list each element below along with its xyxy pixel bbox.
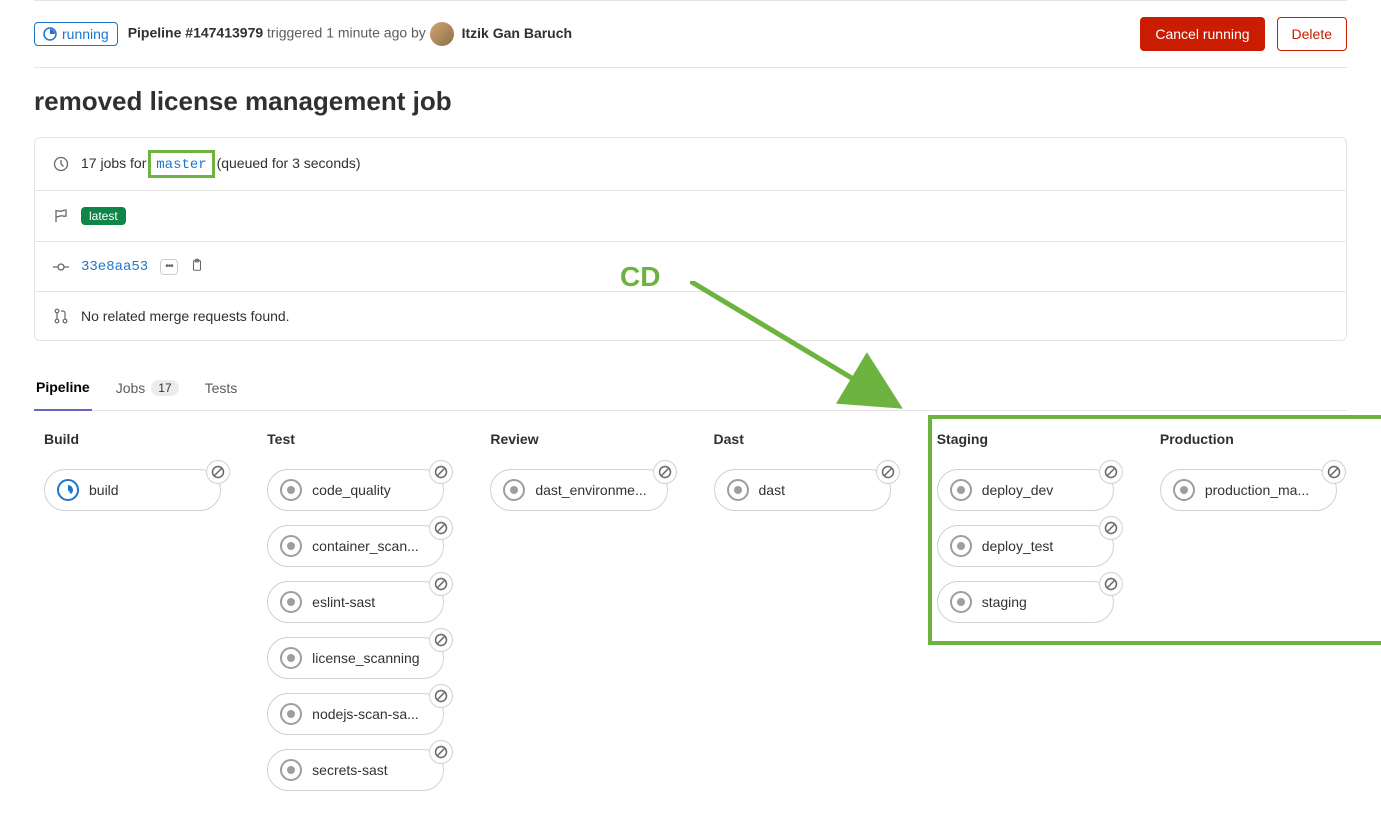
status-created-icon (950, 591, 972, 613)
status-created-icon (1173, 479, 1195, 501)
avatar[interactable] (430, 22, 454, 46)
tabs: Pipeline Jobs17 Tests (34, 365, 1347, 411)
stage: Test code_quality container_scan... eslint-… (267, 431, 444, 791)
clipboard-icon (190, 258, 204, 272)
stage-title: Review (490, 431, 667, 447)
commit-expand-button[interactable]: ••• (160, 259, 178, 275)
job-name: eslint-sast (312, 594, 431, 610)
merge-request-icon (53, 308, 69, 324)
cancel-running-button[interactable]: Cancel running (1140, 17, 1264, 51)
tab-tests[interactable]: Tests (203, 365, 240, 410)
pipeline-status-badge[interactable]: running (34, 22, 118, 46)
job-cancel-button[interactable] (1099, 516, 1123, 540)
tags-row: latest (35, 191, 1346, 242)
job-pill[interactable]: dast_environme... (490, 469, 667, 511)
cd-annotation-label: CD (620, 261, 660, 293)
job-name: build (89, 482, 208, 498)
status-created-icon (280, 479, 302, 501)
stage: Review dast_environme... (490, 431, 667, 791)
job-pill[interactable]: secrets-sast (267, 749, 444, 791)
job-pill[interactable]: production_ma... (1160, 469, 1337, 511)
copy-sha-button[interactable] (190, 258, 204, 275)
commit-sha-link[interactable]: 33e8aa53 (81, 259, 148, 275)
job-name: license_scanning (312, 650, 431, 666)
status-created-icon (280, 535, 302, 557)
pipeline-header: running Pipeline #147413979 triggered 1 … (34, 1, 1347, 67)
latest-tag: latest (81, 207, 126, 225)
job-name: code_quality (312, 482, 431, 498)
stage-title: Test (267, 431, 444, 447)
clock-icon (53, 156, 69, 172)
delete-button[interactable]: Delete (1277, 17, 1347, 51)
status-created-icon (280, 759, 302, 781)
author-link[interactable]: Itzik Gan Baruch (462, 25, 572, 41)
job-pill[interactable]: dast (714, 469, 891, 511)
merge-requests-row: No related merge requests found. (35, 292, 1346, 340)
status-created-icon (950, 479, 972, 501)
job-name: dast (759, 482, 878, 498)
tab-jobs[interactable]: Jobs17 (114, 365, 181, 410)
status-created-icon (280, 703, 302, 725)
stage: Build build (44, 431, 221, 791)
stage: Production production_ma... (1160, 431, 1337, 791)
job-pill[interactable]: staging (937, 581, 1114, 623)
status-created-icon (280, 591, 302, 613)
pipeline-graph: Build build Test code_quality container_scan… (0, 411, 1381, 820)
job-cancel-button[interactable] (429, 572, 453, 596)
job-name: deploy_dev (982, 482, 1101, 498)
branch-highlight: master (148, 150, 214, 178)
status-created-icon (727, 479, 749, 501)
job-cancel-button[interactable] (429, 460, 453, 484)
job-name: nodejs-scan-sa... (312, 706, 431, 722)
page-title: removed license management job (34, 86, 1347, 117)
job-cancel-button[interactable] (653, 460, 677, 484)
status-running-icon (57, 479, 79, 501)
jobs-summary-row: 17 jobs for master (queued for 3 seconds… (35, 138, 1346, 191)
commit-icon (53, 259, 69, 275)
job-cancel-button[interactable] (429, 628, 453, 652)
tab-pipeline[interactable]: Pipeline (34, 365, 92, 411)
job-name: production_ma... (1205, 482, 1324, 498)
stage: Staging deploy_dev deploy_teststaging (937, 431, 1114, 791)
job-name: secrets-sast (312, 762, 431, 778)
branch-link[interactable]: master (153, 156, 209, 174)
commit-row: 33e8aa53 ••• (35, 242, 1346, 292)
job-pill[interactable]: code_quality (267, 469, 444, 511)
status-text: running (62, 26, 109, 42)
stage-title: Build (44, 431, 221, 447)
job-cancel-button[interactable] (206, 460, 230, 484)
job-cancel-button[interactable] (429, 684, 453, 708)
status-created-icon (950, 535, 972, 557)
job-name: container_scan... (312, 538, 431, 554)
job-pill[interactable]: deploy_test (937, 525, 1114, 567)
job-pill[interactable]: build (44, 469, 221, 511)
stage-title: Production (1160, 431, 1337, 447)
job-cancel-button[interactable] (1322, 460, 1346, 484)
job-cancel-button[interactable] (876, 460, 900, 484)
status-created-icon (280, 647, 302, 669)
job-pill[interactable]: container_scan... (267, 525, 444, 567)
job-cancel-button[interactable] (429, 740, 453, 764)
job-cancel-button[interactable] (1099, 572, 1123, 596)
job-pill[interactable]: eslint-sast (267, 581, 444, 623)
job-name: deploy_test (982, 538, 1101, 554)
stage-title: Dast (714, 431, 891, 447)
job-name: dast_environme... (535, 482, 654, 498)
pipeline-info-panel: 17 jobs for master (queued for 3 seconds… (34, 137, 1347, 341)
job-cancel-button[interactable] (429, 516, 453, 540)
job-pill[interactable]: deploy_dev (937, 469, 1114, 511)
job-pill[interactable]: license_scanning (267, 637, 444, 679)
stage-title: Staging (937, 431, 1114, 447)
job-pill[interactable]: nodejs-scan-sa... (267, 693, 444, 735)
pipeline-meta: Pipeline #147413979 triggered 1 minute a… (128, 22, 572, 46)
flag-icon (53, 208, 69, 224)
status-created-icon (503, 479, 525, 501)
job-cancel-button[interactable] (1099, 460, 1123, 484)
job-name: staging (982, 594, 1101, 610)
stage: Dast dast (714, 431, 891, 791)
running-icon (43, 27, 57, 41)
